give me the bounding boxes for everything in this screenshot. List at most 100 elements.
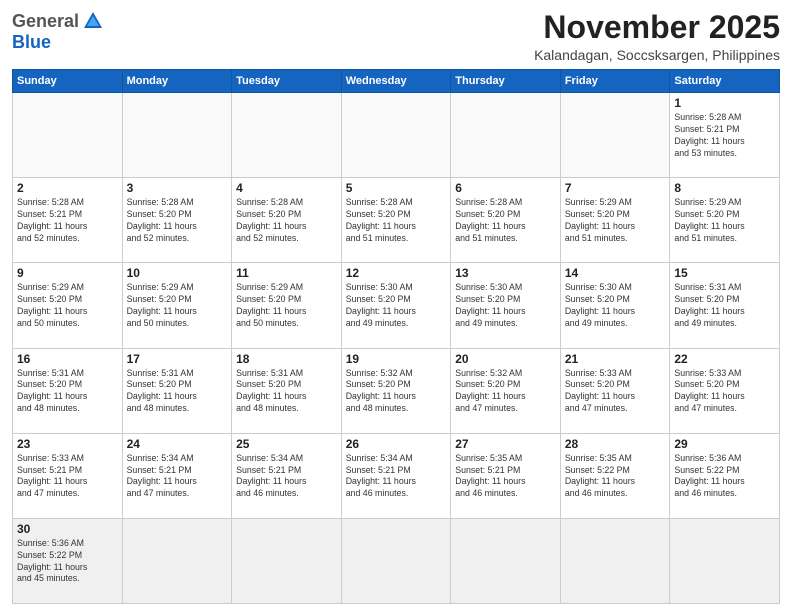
day-cell: 27Sunrise: 5:35 AMSunset: 5:21 PMDayligh… — [451, 433, 561, 518]
day-cell — [232, 93, 342, 178]
weekday-friday: Friday — [560, 70, 670, 93]
day-cell: 1Sunrise: 5:28 AMSunset: 5:21 PMDaylight… — [670, 93, 780, 178]
title-area: November 2025 Kalandagan, Soccsksargen, … — [534, 10, 780, 63]
day-info: Sunrise: 5:29 AMSunset: 5:20 PMDaylight:… — [674, 197, 775, 245]
day-cell — [670, 518, 780, 603]
day-info: Sunrise: 5:29 AMSunset: 5:20 PMDaylight:… — [17, 282, 118, 330]
page: General Blue November 2025 Kalandagan, S… — [0, 0, 792, 612]
day-info: Sunrise: 5:32 AMSunset: 5:20 PMDaylight:… — [455, 368, 556, 416]
day-number: 3 — [127, 181, 228, 195]
logo-general-text: General — [12, 11, 79, 32]
day-cell: 12 Sunrise: 5:30 AMSunset: 5:20 PMDayligh… — [341, 263, 451, 348]
calendar-body: 1 Sunrise: 5:28 AMSunset: 5:21 PMDaylight… — [13, 93, 780, 604]
week-row-0: 1Sunrise: 5:28 AMSunset: 5:21 PMDaylight… — [13, 93, 780, 178]
day-cell: 20 Sunrise: 5:32 AMSunset: 5:20 PMDayligh… — [451, 348, 561, 433]
day-number: 15 — [674, 266, 775, 280]
day-number: 12 — [346, 266, 447, 280]
weekday-saturday: Saturday — [670, 70, 780, 93]
logo-icon — [82, 10, 104, 32]
day-info: Sunrise: 5:33 AMSunset: 5:20 PMDaylight:… — [565, 368, 666, 416]
day-number: 5 — [346, 181, 447, 195]
day-info: Sunrise: 5:29 AMSunset: 5:20 PMDaylight:… — [565, 197, 666, 245]
day-number: 10 — [127, 266, 228, 280]
day-number: 27 — [455, 437, 556, 451]
day-info: Sunrise: 5:29 AMSunset: 5:20 PMDaylight:… — [236, 282, 337, 330]
day-number: 14 — [565, 266, 666, 280]
day-cell: 4Sunrise: 5:28 AMSunset: 5:20 PMDaylight… — [232, 178, 342, 263]
day-cell: 17 Sunrise: 5:31 AMSunset: 5:20 PMDayligh… — [122, 348, 232, 433]
day-number: 1 — [674, 96, 775, 110]
day-number: 17 — [127, 352, 228, 366]
day-cell — [451, 93, 561, 178]
day-number: 30 — [17, 522, 118, 536]
day-cell — [451, 518, 561, 603]
day-info: Sunrise: 5:28 AMSunset: 5:21 PMDaylight:… — [17, 197, 118, 245]
day-cell: 2 Sunrise: 5:28 AMSunset: 5:21 PMDaylight… — [13, 178, 123, 263]
day-info: Sunrise: 5:35 AMSunset: 5:22 PMDaylight:… — [565, 453, 666, 501]
day-cell — [341, 93, 451, 178]
day-number: 21 — [565, 352, 666, 366]
day-number: 6 — [455, 181, 556, 195]
day-cell — [13, 93, 123, 178]
day-info: Sunrise: 5:28 AMSunset: 5:20 PMDaylight:… — [346, 197, 447, 245]
day-cell: 26Sunrise: 5:34 AMSunset: 5:21 PMDayligh… — [341, 433, 451, 518]
week-row-1: 2 Sunrise: 5:28 AMSunset: 5:21 PMDaylight… — [13, 178, 780, 263]
day-cell — [232, 518, 342, 603]
logo: General Blue — [12, 10, 104, 53]
calendar-table: SundayMondayTuesdayWednesdayThursdayFrid… — [12, 69, 780, 604]
day-info: Sunrise: 5:28 AMSunset: 5:20 PMDaylight:… — [236, 197, 337, 245]
day-number: 20 — [455, 352, 556, 366]
header: General Blue November 2025 Kalandagan, S… — [12, 10, 780, 63]
day-cell: 16Sunrise: 5:31 AMSunset: 5:20 PMDayligh… — [13, 348, 123, 433]
week-row-5: 30 Sunrise: 5:36 AMSunset: 5:22 PMDayligh… — [13, 518, 780, 603]
week-row-4: 23Sunrise: 5:33 AMSunset: 5:21 PMDayligh… — [13, 433, 780, 518]
day-info: Sunrise: 5:31 AMSunset: 5:20 PMDaylight:… — [236, 368, 337, 416]
day-info: Sunrise: 5:33 AMSunset: 5:20 PMDaylight:… — [674, 368, 775, 416]
day-info: Sunrise: 5:31 AMSunset: 5:20 PMDaylight:… — [127, 368, 228, 416]
day-number: 11 — [236, 266, 337, 280]
day-cell: 11 Sunrise: 5:29 AMSunset: 5:20 PMDayligh… — [232, 263, 342, 348]
day-cell — [122, 93, 232, 178]
day-cell: 3Sunrise: 5:28 AMSunset: 5:20 PMDaylight… — [122, 178, 232, 263]
day-cell: 14 Sunrise: 5:30 AMSunset: 5:20 PMDayligh… — [560, 263, 670, 348]
weekday-wednesday: Wednesday — [341, 70, 451, 93]
day-number: 18 — [236, 352, 337, 366]
day-info: Sunrise: 5:29 AMSunset: 5:20 PMDaylight:… — [127, 282, 228, 330]
weekday-tuesday: Tuesday — [232, 70, 342, 93]
day-cell: 30 Sunrise: 5:36 AMSunset: 5:22 PMDayligh… — [13, 518, 123, 603]
day-info: Sunrise: 5:32 AMSunset: 5:20 PMDaylight:… — [346, 368, 447, 416]
day-cell: 8 Sunrise: 5:29 AMSunset: 5:20 PMDaylight… — [670, 178, 780, 263]
day-cell: 25Sunrise: 5:34 AMSunset: 5:21 PMDayligh… — [232, 433, 342, 518]
week-row-3: 16Sunrise: 5:31 AMSunset: 5:20 PMDayligh… — [13, 348, 780, 433]
day-number: 7 — [565, 181, 666, 195]
day-info: Sunrise: 5:36 AMSunset: 5:22 PMDaylight:… — [674, 453, 775, 501]
day-number: 26 — [346, 437, 447, 451]
day-cell — [560, 93, 670, 178]
day-info: Sunrise: 5:30 AMSunset: 5:20 PMDaylight:… — [346, 282, 447, 330]
calendar-header: SundayMondayTuesdayWednesdayThursdayFrid… — [13, 70, 780, 93]
day-cell — [560, 518, 670, 603]
day-number: 28 — [565, 437, 666, 451]
day-info: Sunrise: 5:30 AMSunset: 5:20 PMDaylight:… — [565, 282, 666, 330]
day-number: 8 — [674, 181, 775, 195]
day-cell: 9 Sunrise: 5:29 AMSunset: 5:20 PMDaylight… — [13, 263, 123, 348]
day-cell: 18 Sunrise: 5:31 AMSunset: 5:20 PMDayligh… — [232, 348, 342, 433]
week-row-2: 9 Sunrise: 5:29 AMSunset: 5:20 PMDaylight… — [13, 263, 780, 348]
day-cell — [122, 518, 232, 603]
day-number: 19 — [346, 352, 447, 366]
day-cell: 6 Sunrise: 5:28 AMSunset: 5:20 PMDaylight… — [451, 178, 561, 263]
day-number: 29 — [674, 437, 775, 451]
day-info: Sunrise: 5:34 AMSunset: 5:21 PMDaylight:… — [127, 453, 228, 501]
day-cell: 22Sunrise: 5:33 AMSunset: 5:20 PMDayligh… — [670, 348, 780, 433]
day-cell — [341, 518, 451, 603]
day-number: 2 — [17, 181, 118, 195]
location: Kalandagan, Soccsksargen, Philippines — [534, 47, 780, 63]
day-info: Sunrise: 5:30 AMSunset: 5:20 PMDaylight:… — [455, 282, 556, 330]
logo-blue-text: Blue — [12, 32, 51, 53]
day-cell: 28 Sunrise: 5:35 AMSunset: 5:22 PMDayligh… — [560, 433, 670, 518]
day-number: 13 — [455, 266, 556, 280]
day-info: Sunrise: 5:36 AMSunset: 5:22 PMDaylight:… — [17, 538, 118, 586]
day-info: Sunrise: 5:28 AMSunset: 5:20 PMDaylight:… — [455, 197, 556, 245]
day-cell: 15Sunrise: 5:31 AMSunset: 5:20 PMDayligh… — [670, 263, 780, 348]
day-number: 9 — [17, 266, 118, 280]
